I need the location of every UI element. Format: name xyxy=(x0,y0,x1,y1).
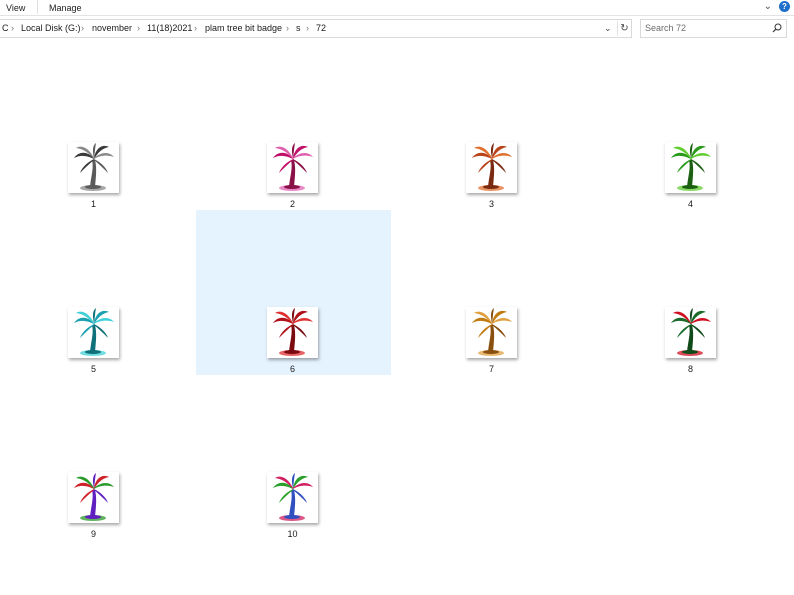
file-item[interactable]: 5 xyxy=(0,210,192,375)
file-name-label[interactable]: 1 xyxy=(0,199,190,209)
file-thumbnail[interactable] xyxy=(665,307,716,358)
file-name-label[interactable]: 5 xyxy=(0,364,190,374)
file-name-label[interactable]: 10 xyxy=(196,529,389,539)
file-item[interactable]: 6 xyxy=(196,210,391,375)
search-icon[interactable] xyxy=(772,23,782,33)
file-item[interactable]: 1 xyxy=(0,45,192,210)
palm-tree-image xyxy=(472,143,512,191)
breadcrumb-this-pc[interactable]: C xyxy=(2,23,9,33)
file-item[interactable]: 3 xyxy=(395,45,590,210)
file-item[interactable]: 8 xyxy=(594,210,789,375)
breadcrumb-separator-icon[interactable]: › xyxy=(194,23,197,33)
breadcrumb-s[interactable]: s xyxy=(296,23,301,33)
breadcrumb-date-folder[interactable]: 11(18)2021 xyxy=(147,23,192,33)
palm-tree-image xyxy=(671,308,711,356)
file-name-label[interactable]: 4 xyxy=(594,199,787,209)
file-item[interactable]: 4 xyxy=(594,45,789,210)
file-thumbnail[interactable] xyxy=(466,142,517,193)
palm-tree-image xyxy=(472,308,512,356)
palm-tree-image xyxy=(273,143,313,191)
breadcrumb-separator-icon[interactable]: › xyxy=(306,23,309,33)
file-item[interactable]: 7 xyxy=(395,210,590,375)
file-name-label[interactable]: 8 xyxy=(594,364,787,374)
breadcrumb-separator-icon[interactable]: › xyxy=(137,23,140,33)
search-input[interactable] xyxy=(645,22,765,34)
palm-tree-image xyxy=(273,308,313,356)
file-thumbnail[interactable] xyxy=(665,142,716,193)
tab-manage[interactable]: Manage xyxy=(49,3,82,13)
file-name-label[interactable]: 3 xyxy=(395,199,588,209)
palm-tree-image xyxy=(74,308,114,356)
breadcrumb-separator-icon[interactable]: › xyxy=(11,23,14,33)
file-item[interactable]: 10 xyxy=(196,375,391,540)
file-thumbnail[interactable] xyxy=(68,307,119,358)
file-name-label[interactable]: 7 xyxy=(395,364,588,374)
palm-tree-image xyxy=(671,143,711,191)
refresh-icon[interactable]: ↻ xyxy=(617,21,631,36)
address-history-chevron-icon[interactable]: ⌄ xyxy=(604,23,612,34)
file-name-label[interactable]: 2 xyxy=(196,199,389,209)
file-thumbnail[interactable] xyxy=(466,307,517,358)
file-item[interactable]: 2 xyxy=(196,45,391,210)
help-icon[interactable]: ? xyxy=(779,1,790,12)
file-thumbnail[interactable] xyxy=(267,307,318,358)
file-thumbnail[interactable] xyxy=(267,142,318,193)
breadcrumb-november[interactable]: november xyxy=(92,23,132,33)
file-name-label[interactable]: 9 xyxy=(0,529,190,539)
breadcrumb-plam-tree-bit-badge[interactable]: plam tree bit badge xyxy=(205,23,282,33)
ribbon-tabs: View Manage ⌄ ? xyxy=(0,0,794,16)
tab-view[interactable]: View xyxy=(6,3,25,13)
breadcrumb-separator-icon[interactable]: › xyxy=(81,23,84,33)
file-name-label[interactable]: 6 xyxy=(196,364,389,374)
palm-tree-image xyxy=(74,473,114,521)
file-explorer-window: View Manage ⌄ ? C › Local Disk (G:) › no… xyxy=(0,0,794,595)
address-bar[interactable]: C › Local Disk (G:) › november › 11(18)2… xyxy=(0,19,632,38)
breadcrumb-separator-icon[interactable]: › xyxy=(286,23,289,33)
file-thumbnail[interactable] xyxy=(267,472,318,523)
file-thumbnail[interactable] xyxy=(68,472,119,523)
file-item[interactable]: 9 xyxy=(0,375,192,540)
tab-divider xyxy=(37,0,38,14)
breadcrumb-72[interactable]: 72 xyxy=(316,23,326,33)
file-thumbnail[interactable] xyxy=(68,142,119,193)
file-list: 1 2 3 4 5 6 7 8 9 10 xyxy=(0,40,794,595)
palm-tree-image xyxy=(273,473,313,521)
breadcrumb-local-disk[interactable]: Local Disk (G:) xyxy=(21,23,81,33)
ribbon-expand-chevron-icon[interactable]: ⌄ xyxy=(764,1,772,12)
palm-tree-image xyxy=(74,143,114,191)
search-box[interactable] xyxy=(640,19,787,38)
